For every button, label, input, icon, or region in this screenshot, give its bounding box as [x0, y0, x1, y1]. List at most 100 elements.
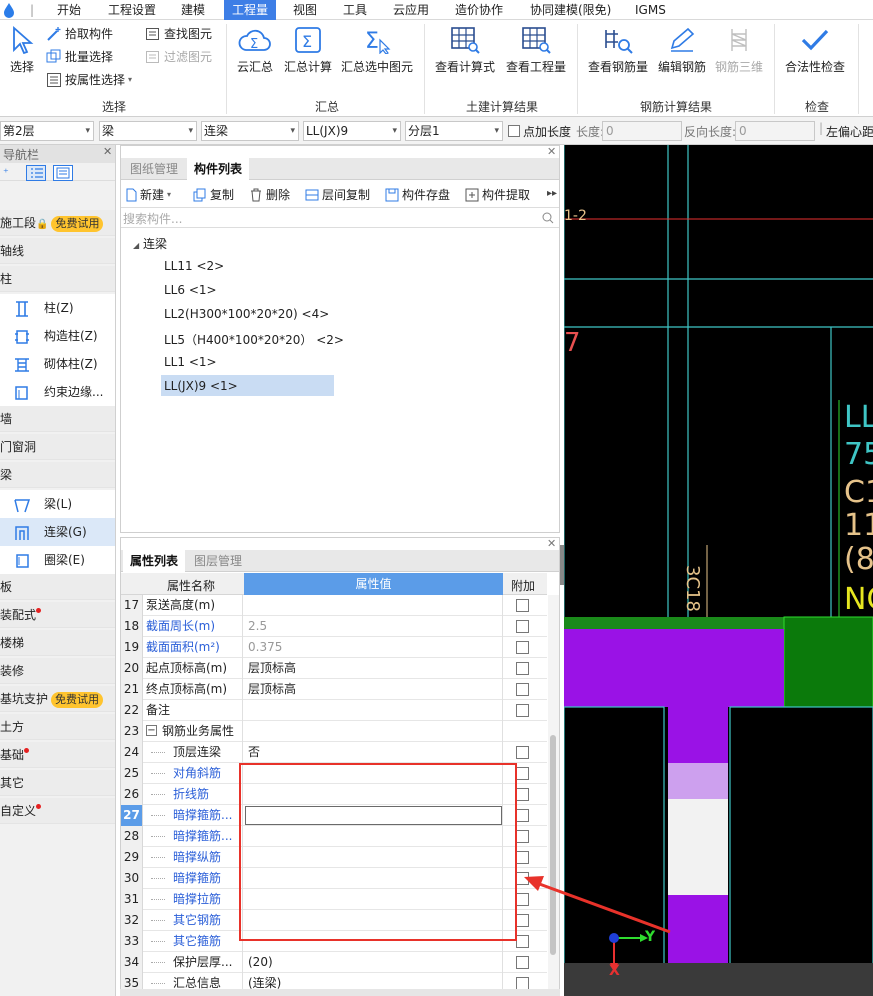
table-row[interactable]: 34 保护层厚... (20): [121, 952, 547, 973]
tab-quantity[interactable]: 工程量: [224, 0, 277, 20]
nav-category-door-window[interactable]: 门窗洞: [0, 434, 115, 460]
reverse-length-input[interactable]: 0: [735, 121, 815, 141]
table-row[interactable]: 20 起点顶标高(m) 层顶标高: [121, 658, 547, 679]
close-icon[interactable]: ✕: [547, 538, 556, 550]
cloud-summary-button[interactable]: Σ 云汇总: [233, 26, 277, 75]
nav-category-earthwork[interactable]: 土方: [0, 714, 115, 740]
extra-checkbox[interactable]: [516, 767, 529, 780]
layer-select[interactable]: 分层1 ▾: [405, 121, 503, 141]
nav-category-decoration[interactable]: 装修: [0, 658, 115, 684]
tab-drawing-management[interactable]: 图纸管理: [123, 158, 185, 180]
new-button[interactable]: 新建 ▾: [125, 186, 171, 203]
floor-select[interactable]: 第2层 ▾: [0, 121, 94, 141]
extra-checkbox[interactable]: [516, 914, 529, 927]
nav-category-slab[interactable]: 板: [0, 574, 115, 600]
tab-property-list[interactable]: 属性列表: [123, 550, 186, 572]
extra-checkbox[interactable]: [516, 956, 529, 969]
property-value[interactable]: 层顶标高: [244, 658, 503, 679]
tab-start[interactable]: 开始: [57, 0, 81, 20]
search-box[interactable]: 搜索构件...: [121, 207, 559, 228]
extra-checkbox[interactable]: [516, 641, 529, 654]
list-item[interactable]: LL(JX)9 <1>: [164, 379, 238, 393]
property-value[interactable]: [244, 700, 503, 721]
add-length-checkbox[interactable]: [508, 125, 520, 137]
nav-category-stairs[interactable]: 楼梯: [0, 630, 115, 656]
save-component-button[interactable]: 构件存盘: [385, 186, 450, 203]
nav-category-wall[interactable]: 墙: [0, 406, 115, 432]
tab-igms[interactable]: IGMS: [635, 0, 666, 20]
table-row[interactable]: 19 截面面积(m²) 0.375: [121, 637, 547, 658]
table-row[interactable]: 23 钢筋业务属性 −: [121, 721, 547, 742]
property-value[interactable]: (20): [244, 952, 503, 973]
property-value[interactable]: 2.5: [244, 616, 503, 637]
tab-cloud[interactable]: 云应用: [393, 0, 429, 20]
tab-layer-management[interactable]: 图层管理: [187, 550, 249, 572]
table-row[interactable]: 21 终点顶标高(m) 层顶标高: [121, 679, 547, 700]
property-value[interactable]: [244, 910, 503, 931]
table-row[interactable]: 18 截面周长(m) 2.5: [121, 616, 547, 637]
extra-checkbox[interactable]: [516, 830, 529, 843]
length-input[interactable]: 0: [602, 121, 682, 141]
find-element-button[interactable]: 查找图元: [145, 25, 212, 42]
summary-calc-button[interactable]: Σ 汇总计算: [281, 26, 335, 75]
scrollbar-thumb[interactable]: [550, 735, 556, 955]
property-value[interactable]: [244, 805, 503, 826]
filter-element-button[interactable]: 过滤图元: [145, 48, 212, 65]
nav-item-masonry-column[interactable]: 砌体柱(Z): [0, 350, 115, 378]
list-item[interactable]: LL2(H300*100*20*20) <4>: [164, 307, 329, 321]
batch-select-button[interactable]: 批量选择: [46, 48, 113, 65]
table-row[interactable]: 25 对角斜筋: [121, 763, 547, 784]
select-by-attribute-button[interactable]: 按属性选择 ▾: [46, 71, 132, 88]
search-input[interactable]: 搜索构件...: [123, 210, 182, 227]
nav-category-segment[interactable]: 施工段🔒 免费试用: [0, 210, 115, 236]
table-row[interactable]: 26 折线筋: [121, 784, 547, 805]
nav-category-beam[interactable]: 梁: [0, 462, 115, 488]
subtype-select[interactable]: 连梁 ▾: [201, 121, 299, 141]
expand-icon[interactable]: ⁺: [3, 166, 9, 179]
pick-component-button[interactable]: 拾取构件: [46, 25, 113, 42]
extra-checkbox[interactable]: [516, 599, 529, 612]
property-scrollbar[interactable]: [548, 595, 559, 995]
view-formula-button[interactable]: 查看计算式: [433, 26, 497, 75]
property-value[interactable]: [244, 931, 503, 952]
delete-button[interactable]: 删除: [249, 186, 290, 203]
nav-category-other[interactable]: 其它: [0, 770, 115, 796]
extra-checkbox[interactable]: [516, 851, 529, 864]
property-value[interactable]: [244, 847, 503, 868]
nav-category-column[interactable]: 柱: [0, 266, 115, 292]
cad-drawing-canvas[interactable]: 1-2 7 3C18 LL 75 C1 110 (8 NC Y X: [564, 145, 873, 996]
property-value[interactable]: [244, 784, 503, 805]
extra-checkbox[interactable]: [516, 893, 529, 906]
list-item[interactable]: LL5（H400*100*20*20） <2>: [164, 331, 344, 348]
extract-component-button[interactable]: 构件提取: [465, 186, 530, 203]
legality-check-button[interactable]: 合法性检查: [783, 26, 847, 75]
view-quantity-button[interactable]: 查看工程量: [504, 26, 568, 75]
extra-checkbox[interactable]: [516, 704, 529, 717]
list-item[interactable]: LL11 <2>: [164, 259, 224, 273]
nav-item-beam[interactable]: 梁(L): [0, 490, 115, 518]
collapse-toggle-icon[interactable]: −: [146, 725, 157, 736]
table-row[interactable]: 24 顶层连梁否: [121, 742, 547, 763]
rebar-3d-button[interactable]: 钢筋三维: [713, 26, 765, 75]
table-row[interactable]: 29 暗撑纵筋: [121, 847, 547, 868]
property-value[interactable]: 层顶标高: [244, 679, 503, 700]
extra-checkbox[interactable]: [516, 620, 529, 633]
nav-item-coupling-beam[interactable]: 连梁(G): [0, 518, 115, 546]
summary-selected-button[interactable]: Σ 汇总选中图元: [340, 26, 414, 75]
nav-item-boundary[interactable]: 约束边缘...: [0, 378, 115, 406]
list-item[interactable]: LL6 <1>: [164, 283, 217, 297]
table-row[interactable]: 22 备注: [121, 700, 547, 721]
type-select[interactable]: 梁 ▾: [99, 121, 197, 141]
tab-collab-modeling[interactable]: 协同建模(限免): [530, 0, 611, 20]
extra-checkbox[interactable]: [516, 746, 529, 759]
tab-view[interactable]: 视图: [293, 0, 317, 20]
nav-category-foundation[interactable]: 基础: [0, 742, 115, 768]
list-item[interactable]: LL1 <1>: [164, 355, 217, 369]
more-arrow-icon[interactable]: ▸▸: [547, 188, 557, 199]
extra-checkbox[interactable]: [516, 683, 529, 696]
extra-checkbox[interactable]: [516, 809, 529, 822]
nav-category-custom[interactable]: 自定义: [0, 798, 115, 824]
property-value[interactable]: [244, 763, 503, 784]
extra-checkbox[interactable]: [516, 662, 529, 675]
close-icon[interactable]: ✕: [103, 145, 112, 158]
